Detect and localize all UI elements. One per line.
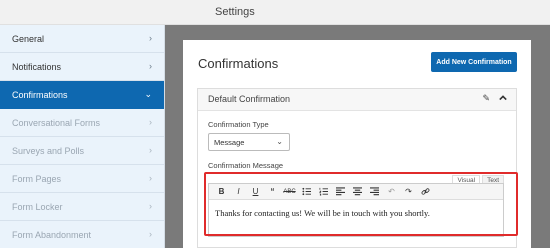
sidebar-item-label: Form Locker [12,201,63,212]
sidebar-item-surveys-and-polls[interactable]: Surveys and Polls › [0,137,164,165]
blockquote-icon[interactable]: “ [266,186,279,198]
sidebar-item-label: Surveys and Polls [12,145,85,156]
settings-sidebar: General › Notifications › Confirmations … [0,25,165,248]
numbered-list-icon[interactable] [317,186,330,198]
pencil-icon[interactable]: ✎ [482,93,490,104]
sidebar-item-label: Notifications [12,61,62,72]
link-icon[interactable] [419,186,432,198]
card-header[interactable]: Default Confirmation ✎ [198,89,516,111]
redo-icon[interactable]: ↷ [402,186,415,198]
align-left-icon[interactable] [334,186,347,198]
confirmation-type-label: Confirmation Type [208,120,269,129]
chevron-right-icon: › [149,145,152,155]
chevron-down-icon: ⌄ [144,89,152,99]
main-area: Confirmations Add New Confirmation Defau… [165,25,550,248]
sidebar-item-form-locker[interactable]: Form Locker › [0,193,164,221]
add-new-confirmation-button[interactable]: Add New Confirmation [431,52,517,72]
sidebar-item-general[interactable]: General › [0,25,164,53]
editor-toolbar: B I U “ ABC ↶ ↷ [209,184,503,200]
align-center-icon[interactable] [351,186,364,198]
collapse-up-icon[interactable] [499,94,507,102]
align-right-icon[interactable] [368,186,381,198]
default-confirmation-card: Default Confirmation ✎ Confirmation Type… [197,88,517,248]
top-bar: Settings [0,0,550,25]
chevron-down-icon: ⌄ [276,137,283,146]
italic-icon[interactable]: I [232,186,245,198]
sidebar-item-form-pages[interactable]: Form Pages › [0,165,164,193]
sidebar-item-label: Form Pages [12,173,62,184]
select-value: Message [214,138,245,147]
sidebar-item-label: General [12,33,45,44]
message-text: Thanks for contacting us! We will be in … [215,208,430,218]
underline-icon[interactable]: U [249,186,262,198]
confirmation-message-label: Confirmation Message [208,161,284,170]
confirmation-type-select[interactable]: Message ⌄ [208,133,290,151]
sidebar-item-notifications[interactable]: Notifications › [0,53,164,81]
bullet-list-icon[interactable] [300,186,313,198]
chevron-right-icon: › [149,201,152,211]
section-title: Confirmations [198,56,279,71]
message-editor[interactable]: B I U “ ABC ↶ ↷ Thanks for contacting us… [208,183,504,237]
strikethrough-icon[interactable]: ABC [283,186,296,198]
bold-icon[interactable]: B [215,186,228,198]
sidebar-item-conversational-forms[interactable]: Conversational Forms › [0,109,164,137]
chevron-right-icon: › [149,117,152,127]
page-title: Settings [215,6,255,18]
card-title: Default Confirmation [208,94,291,104]
sidebar-item-label: Confirmations [12,89,68,100]
sidebar-item-label: Conversational Forms [12,117,101,128]
chevron-right-icon: › [149,33,152,43]
sidebar-item-form-abandonment[interactable]: Form Abandonment › [0,221,164,248]
sidebar-item-label: Form Abandonment [12,229,92,240]
chevron-right-icon: › [149,61,152,71]
chevron-right-icon: › [149,229,152,239]
confirmations-panel: Confirmations Add New Confirmation Defau… [183,40,531,248]
undo-icon[interactable]: ↶ [385,186,398,198]
chevron-right-icon: › [149,173,152,183]
sidebar-item-confirmations[interactable]: Confirmations ⌄ [0,81,164,109]
